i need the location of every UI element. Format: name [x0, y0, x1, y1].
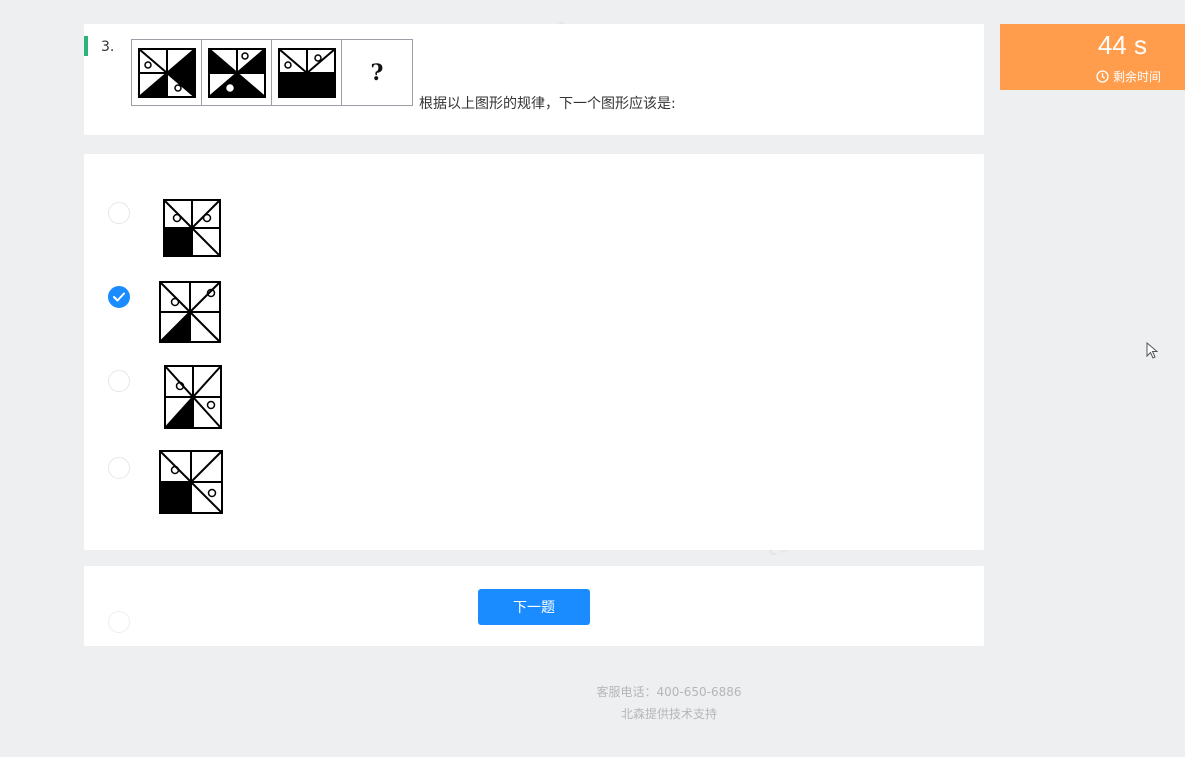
figure-graphic	[138, 48, 196, 98]
countdown-timer: 44 s 剩余时间	[1000, 24, 1185, 90]
checkmark-icon	[113, 292, 125, 302]
option-a[interactable]	[84, 194, 984, 274]
option-d-radio[interactable]	[108, 457, 130, 479]
option-c-radio[interactable]	[108, 370, 130, 392]
option-a-radio[interactable]	[108, 202, 130, 224]
figure-sequence: ?	[131, 39, 413, 106]
option-d[interactable]	[84, 449, 984, 529]
timer-label: 剩余时间	[1112, 70, 1161, 84]
next-question-button[interactable]: 下一题	[478, 589, 590, 625]
clock-icon	[1096, 70, 1109, 83]
question-number: 3.	[101, 39, 115, 55]
figure-graphic	[278, 48, 336, 98]
option-d-figure[interactable]	[159, 450, 223, 514]
timer-value: 44 s	[1097, 30, 1147, 60]
question-marker	[84, 36, 88, 56]
option-b[interactable]	[84, 279, 984, 359]
action-card: 下一题	[84, 566, 984, 646]
question-card: 3. ? 根据以上图形的规律，下一个图形应该是:	[84, 24, 984, 135]
sequence-unknown-slot: ?	[342, 40, 412, 105]
sequence-figure-2	[202, 40, 272, 105]
option-c[interactable]	[84, 364, 984, 444]
faded-radio	[108, 611, 130, 633]
question-prompt: 根据以上图形的规律，下一个图形应该是:	[419, 96, 676, 112]
tech-support-credit: 北森提供技术支持	[620, 707, 717, 721]
sequence-figure-1	[132, 40, 202, 105]
option-c-figure[interactable]	[164, 365, 222, 429]
mouse-cursor-icon	[1146, 342, 1158, 359]
option-a-figure[interactable]	[163, 199, 221, 257]
sequence-figure-3	[272, 40, 342, 105]
option-b-radio[interactable]	[108, 286, 130, 308]
question-mark-symbol: ?	[370, 59, 384, 86]
customer-service-phone: 客服电话：400-650-6886	[596, 685, 742, 699]
option-b-figure[interactable]	[159, 281, 221, 343]
options-card	[84, 154, 984, 550]
timer-label-row: 剩余时间	[1096, 68, 1161, 85]
figure-graphic	[208, 48, 266, 98]
